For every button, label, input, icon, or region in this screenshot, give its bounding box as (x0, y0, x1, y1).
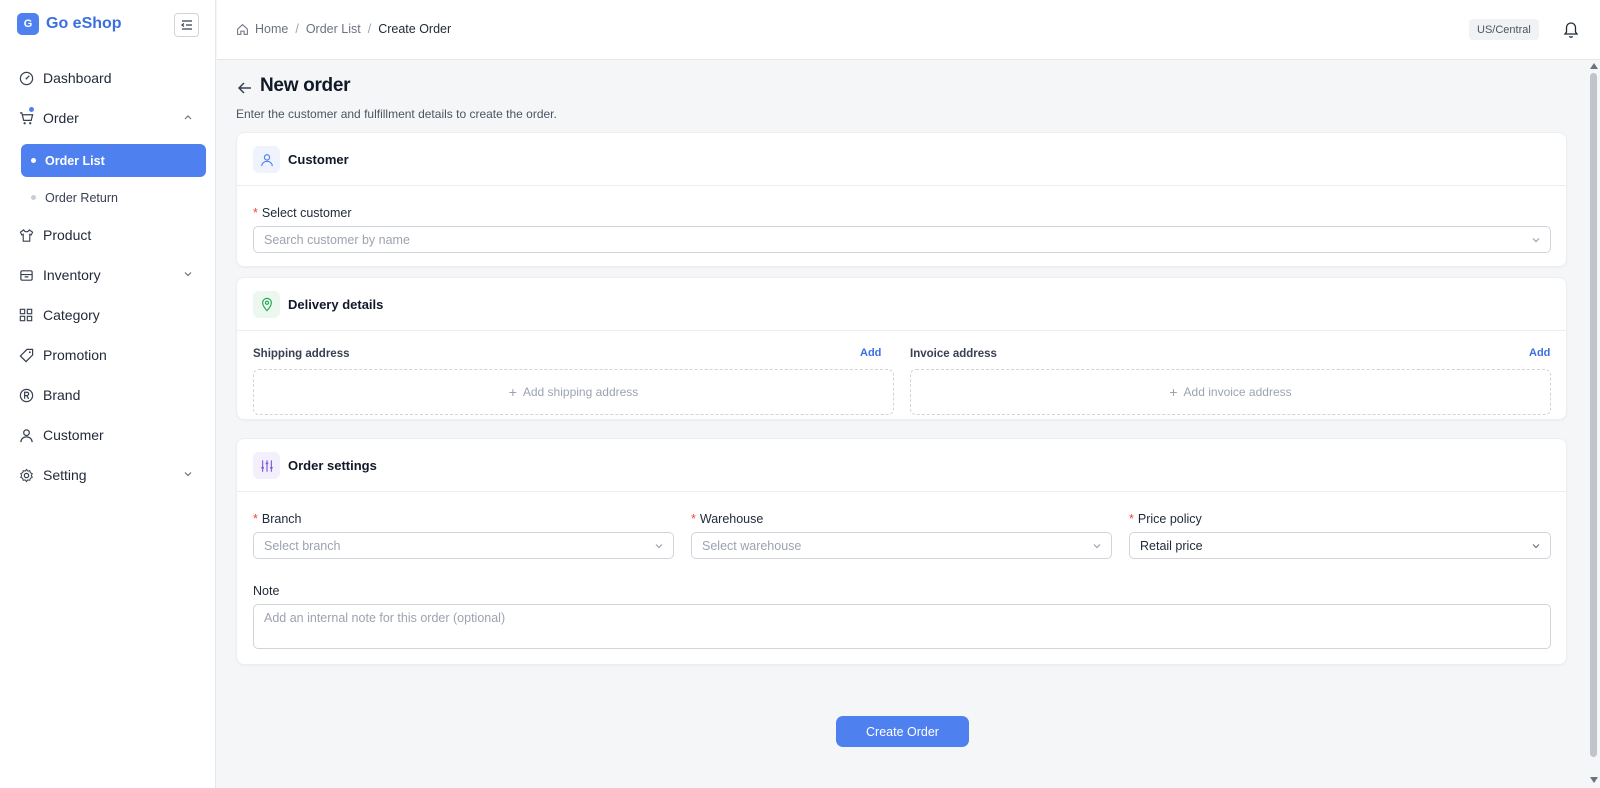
sidebar-item-label: Brand (43, 387, 81, 403)
branch-select[interactable]: Select branch (253, 532, 674, 559)
plus-icon: + (508, 384, 517, 400)
gear-icon (18, 467, 34, 483)
scroll-up-arrow-icon[interactable] (1590, 63, 1598, 69)
card-header: Customer (237, 133, 1566, 186)
required-asterisk: * (691, 512, 696, 526)
sidebar-item-customer[interactable]: Customer (0, 420, 216, 450)
sidebar-item-promotion[interactable]: Promotion (0, 340, 216, 370)
customer-search-select[interactable]: Search customer by name (253, 226, 1551, 253)
breadcrumb-separator: / (295, 22, 299, 36)
add-shipping-address-button[interactable]: + Add shipping address (253, 369, 894, 415)
chevron-up-icon (184, 115, 192, 120)
registered-icon (18, 387, 34, 403)
note-textarea[interactable]: Add an internal note for this order (opt… (253, 604, 1551, 649)
sidebar-item-dashboard[interactable]: Dashboard (0, 63, 216, 93)
note-label: Note (253, 584, 280, 598)
card-title: Customer (288, 152, 349, 167)
add-invoice-link[interactable]: Add (1529, 347, 1550, 359)
tag-icon (18, 347, 34, 363)
chevron-down-icon (1093, 544, 1101, 549)
add-invoice-address-button[interactable]: + Add invoice address (910, 369, 1551, 415)
bell-icon[interactable] (1563, 21, 1579, 39)
sidebar-subitem-order-return[interactable]: Order Return (21, 181, 206, 214)
sidebar-item-setting[interactable]: Setting (0, 460, 216, 490)
chevron-down-icon (1532, 238, 1540, 243)
dashboard-icon (18, 70, 34, 86)
sidebar-collapse-button[interactable] (174, 13, 199, 37)
sidebar-item-label: Setting (43, 467, 87, 483)
breadcrumb-separator: / (367, 22, 372, 36)
user-icon (253, 146, 280, 173)
brand-logo: G (17, 13, 39, 35)
sidebar-item-label: Promotion (43, 347, 107, 363)
page-title: New order (260, 75, 351, 96)
sidebar-item-label: Product (43, 227, 92, 243)
menu-collapse-icon (180, 20, 192, 30)
card-title: Order settings (288, 458, 377, 473)
sidebar-item-label: Customer (43, 427, 104, 443)
top-header: Home / Order List / Create Order US/Cent… (217, 0, 1600, 60)
page-subtitle: Enter the customer and fulfillment detai… (236, 107, 557, 121)
order-settings-card: Order settings * Branch Select branch * Wa… (236, 438, 1567, 665)
user-icon (18, 427, 34, 443)
brand[interactable]: G Go eShop (17, 13, 122, 35)
sidebar-item-product[interactable]: Product (0, 220, 216, 250)
brand-name: Go eShop (46, 15, 122, 32)
add-shipping-link[interactable]: Add (860, 347, 881, 359)
bullet-icon (31, 158, 36, 163)
chevron-down-icon (184, 472, 192, 477)
sidebar-item-brand[interactable]: Brand (0, 380, 216, 410)
grid-icon (18, 307, 34, 323)
required-asterisk: * (253, 206, 258, 220)
timezone-badge[interactable]: US/Central (1469, 19, 1539, 40)
required-asterisk: * (1129, 512, 1134, 526)
cart-icon (18, 110, 34, 126)
breadcrumb-home[interactable]: Home (255, 22, 288, 36)
order-notification-dot (29, 107, 34, 112)
sliders-icon (253, 452, 280, 479)
branch-label: * Branch (253, 512, 302, 526)
chevron-down-icon (1532, 544, 1540, 549)
card-header: Order settings (237, 439, 1566, 492)
archive-icon (18, 267, 34, 283)
plus-icon: + (1169, 384, 1178, 400)
chevron-down-icon (655, 544, 663, 549)
price-policy-select[interactable]: Retail price (1129, 532, 1551, 559)
select-customer-label: * Select customer (253, 206, 352, 220)
bullet-icon (31, 195, 36, 200)
price-policy-label: * Price policy (1129, 512, 1202, 526)
sidebar-subitem-order-list[interactable]: Order List (21, 144, 206, 177)
sidebar-item-label: Inventory (43, 267, 101, 283)
scrollbar[interactable] (1588, 61, 1600, 788)
sidebar-item-inventory[interactable]: Inventory (0, 260, 216, 290)
warehouse-select[interactable]: Select warehouse (691, 532, 1112, 559)
sidebar-item-label: Order (43, 110, 79, 126)
sidebar-item-label: Category (43, 307, 100, 323)
scrollbar-thumb[interactable] (1590, 73, 1597, 757)
sidebar-subitem-label: Order List (45, 153, 105, 168)
scroll-down-arrow-icon[interactable] (1590, 777, 1598, 783)
card-title: Delivery details (288, 297, 384, 312)
sidebar: G Go eShop Dashboard Order Order List Or… (0, 0, 216, 788)
sidebar-item-label: Dashboard (43, 70, 112, 86)
map-pin-icon (253, 291, 280, 318)
warehouse-label: * Warehouse (691, 512, 764, 526)
breadcrumb: Home / Order List / Create Order (236, 22, 451, 36)
home-icon (237, 23, 248, 35)
breadcrumb-order-list[interactable]: Order List (306, 22, 361, 36)
sidebar-subitem-label: Order Return (45, 190, 118, 205)
required-asterisk: * (253, 512, 258, 526)
customer-card: Customer * Select customer Search custome… (236, 132, 1567, 267)
back-arrow-icon[interactable] (236, 79, 254, 97)
breadcrumb-current: Create Order (378, 22, 452, 36)
invoice-address-label: Invoice address (910, 348, 997, 360)
shipping-address-label: Shipping address (253, 348, 350, 360)
main-content: New order Enter the customer and fulfill… (217, 61, 1587, 788)
sidebar-item-category[interactable]: Category (0, 300, 216, 330)
create-order-button[interactable]: Create Order (836, 716, 969, 747)
delivery-details-card: Delivery details Shipping address Add + … (236, 277, 1567, 420)
card-header: Delivery details (237, 278, 1566, 331)
chevron-down-icon (184, 272, 192, 277)
shirt-icon (18, 227, 34, 243)
